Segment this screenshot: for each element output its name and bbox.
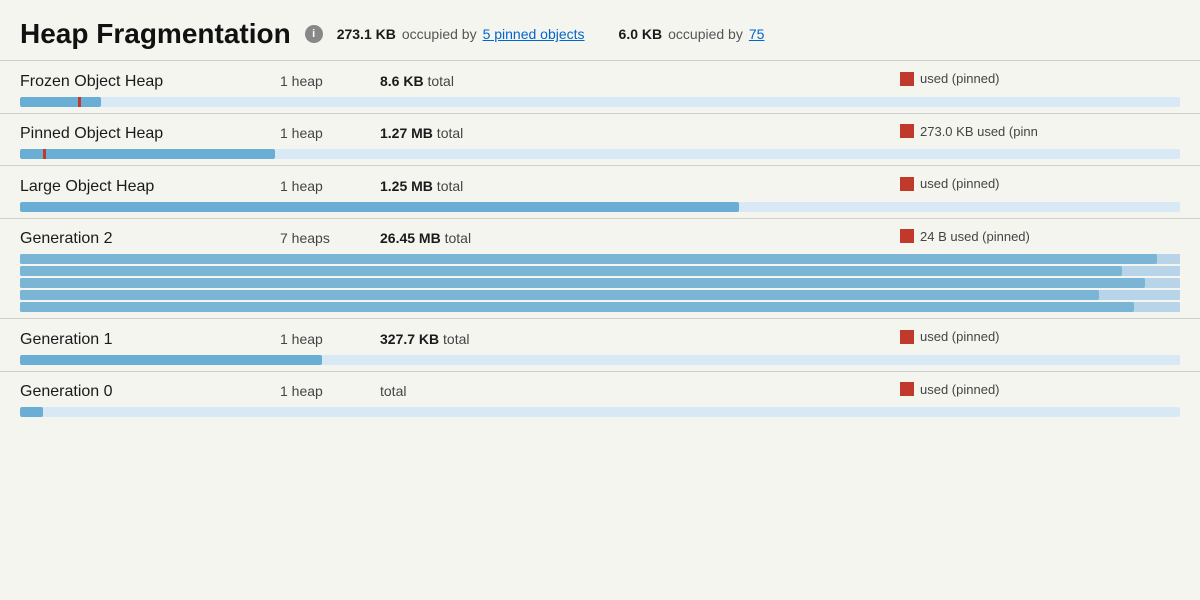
gen2-bar-row (20, 302, 1180, 312)
heap-count: 7 heaps (280, 230, 380, 246)
heap-size: total (380, 383, 520, 399)
legend-color-box (900, 330, 914, 344)
stat2-link[interactable]: 75 (749, 26, 765, 42)
stat2-value: 6.0 KB (619, 26, 663, 42)
stat2-label: occupied by (668, 26, 743, 42)
table-row: Generation 27 heaps26.45 MB total 24 B us… (0, 218, 1200, 319)
heap-legend: used (pinned) (900, 176, 1180, 191)
bar-fill (20, 290, 1099, 300)
legend-color-box (900, 382, 914, 396)
table-row: Generation 01 heap total used (pinned) (0, 371, 1200, 424)
bar-fill (20, 278, 1145, 288)
stat1-link[interactable]: 5 pinned objects (483, 26, 585, 42)
legend-label: used (pinned) (920, 176, 1000, 191)
heap-count: 1 heap (280, 383, 380, 399)
page-header: Heap Fragmentation i 273.1 KB occupied b… (0, 0, 1200, 60)
bar-pin (43, 149, 46, 159)
legend-color-box (900, 72, 914, 86)
info-icon[interactable]: i (305, 25, 323, 43)
bar-fill (20, 149, 275, 159)
bar-fill (20, 407, 43, 417)
bar-container (20, 97, 1180, 107)
heap-name: Pinned Object Heap (20, 125, 280, 143)
heap-legend: used (pinned) (900, 382, 1180, 397)
legend-color-box (900, 124, 914, 138)
heap-count: 1 heap (280, 73, 380, 89)
gen2-bars-container (20, 254, 1180, 312)
heap-count: 1 heap (280, 178, 380, 194)
bar-container (20, 407, 1180, 417)
bar-fill (20, 97, 101, 107)
table-row: Generation 11 heap327.7 KB total used (pi… (0, 318, 1200, 371)
heap-legend: used (pinned) (900, 329, 1180, 344)
heap-size: 1.25 MB total (380, 178, 520, 194)
legend-label: used (pinned) (920, 71, 1000, 86)
table-row: Frozen Object Heap1 heap8.6 KB total used… (0, 60, 1200, 113)
table-row: Large Object Heap1 heap1.25 MB total used… (0, 165, 1200, 218)
bar-pin (78, 97, 81, 107)
legend-label: 273.0 KB used (pinn (920, 124, 1038, 139)
bar-fill (20, 302, 1134, 312)
bar-fill (20, 254, 1157, 264)
heap-legend: used (pinned) (900, 71, 1180, 86)
bar-fill (20, 355, 322, 365)
header-stats-2: 6.0 KB occupied by 75 (619, 26, 765, 42)
heap-legend: 273.0 KB used (pinn (900, 124, 1180, 139)
legend-label: 24 B used (pinned) (920, 229, 1030, 244)
table-row: Pinned Object Heap1 heap1.27 MB total 273… (0, 113, 1200, 166)
heap-count: 1 heap (280, 331, 380, 347)
heap-name: Generation 1 (20, 331, 280, 349)
stat1-value: 273.1 KB (337, 26, 396, 42)
legend-label: used (pinned) (920, 329, 1000, 344)
gen2-bar-row (20, 266, 1180, 276)
page-title: Heap Fragmentation (20, 18, 291, 50)
heap-legend: 24 B used (pinned) (900, 229, 1180, 244)
heap-name: Frozen Object Heap (20, 73, 280, 91)
heap-size: 26.45 MB total (380, 230, 520, 246)
bar-fill (20, 202, 739, 212)
legend-color-box (900, 177, 914, 191)
bar-fill (20, 266, 1122, 276)
legend-color-box (900, 229, 914, 243)
gen2-bar-row (20, 290, 1180, 300)
heap-name: Generation 2 (20, 230, 280, 248)
heap-size: 8.6 KB total (380, 73, 520, 89)
heap-size: 327.7 KB total (380, 331, 520, 347)
legend-label: used (pinned) (920, 382, 1000, 397)
heap-table: Frozen Object Heap1 heap8.6 KB totalused… (0, 60, 1200, 423)
bar-container (20, 202, 1180, 212)
heap-size: 1.27 MB total (380, 125, 520, 141)
gen2-bar-row (20, 254, 1180, 264)
header-stats-1: 273.1 KB occupied by 5 pinned objects (337, 26, 585, 42)
heap-name: Large Object Heap (20, 178, 280, 196)
heap-name: Generation 0 (20, 383, 280, 401)
gen2-bar-row (20, 278, 1180, 288)
stat1-label: occupied by (402, 26, 477, 42)
bar-container (20, 149, 1180, 159)
bar-container (20, 355, 1180, 365)
heap-count: 1 heap (280, 125, 380, 141)
